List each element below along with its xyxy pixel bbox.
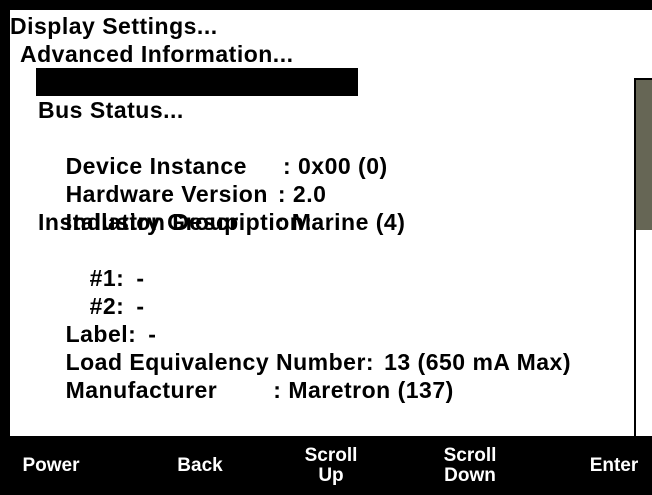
scrollbar-thumb[interactable] [636,80,652,230]
menu-item-bus-status[interactable]: Bus Status... [38,96,184,124]
softkey-bar: Power Back Scroll Up Scroll Down Enter [0,436,652,495]
menu-item-label: Manufacturer [65,377,218,403]
menu-title: Display Settings... [10,13,218,39]
power-softkey-label: Power [22,454,80,476]
scroll-down-softkey-line1: Scroll [443,444,497,466]
menu-item-device-instance[interactable]: Device Instance: 0x00 (0) [38,124,388,179]
power-softkey[interactable]: Power [16,436,86,495]
back-softkey-label: Back [177,454,223,476]
scroll-up-softkey-line2: Up [318,464,344,486]
display-screen: Display Settings... Advanced Information… [10,10,652,438]
enter-softkey[interactable]: Enter [580,436,648,495]
scroll-down-softkey-line2: Down [444,464,496,486]
submenu-title: Advanced Information... [20,41,294,67]
menu-item-value: : 0.0.0 [287,97,357,123]
menu-item-industry-group[interactable]: Industry Group: Marine (4) [38,180,405,235]
menu-item-load-equivalency-number[interactable]: Load Equivalency Number: 13 (650 mA Max) [38,320,571,375]
menu-item-installation-description[interactable]: Installation Description: [38,208,312,236]
scroll-up-softkey-line1: Scroll [304,444,358,466]
menu-item-label-field[interactable]: Label: - [38,292,156,347]
menu-item-install-desc-1[interactable]: #1: - [62,236,144,291]
scroll-down-softkey[interactable]: Scroll Down [432,436,508,495]
scrollbar-track[interactable] [634,78,652,438]
menu-item-hardware-version[interactable]: Hardware Version: 2.0 [38,152,326,207]
enter-softkey-label: Enter [589,454,639,476]
menu-item-install-desc-2[interactable]: #2: - [62,264,144,319]
back-softkey[interactable]: Back [170,436,230,495]
menu-item-manufacturer[interactable]: Manufacturer : Maretron (137) [38,348,454,403]
scroll-up-softkey[interactable]: Scroll Up [296,436,366,495]
menu-item-value: : Maretron (137) [273,377,454,403]
menu-item-boot-version[interactable]: Boot Version: 0.0.0 [36,68,359,123]
